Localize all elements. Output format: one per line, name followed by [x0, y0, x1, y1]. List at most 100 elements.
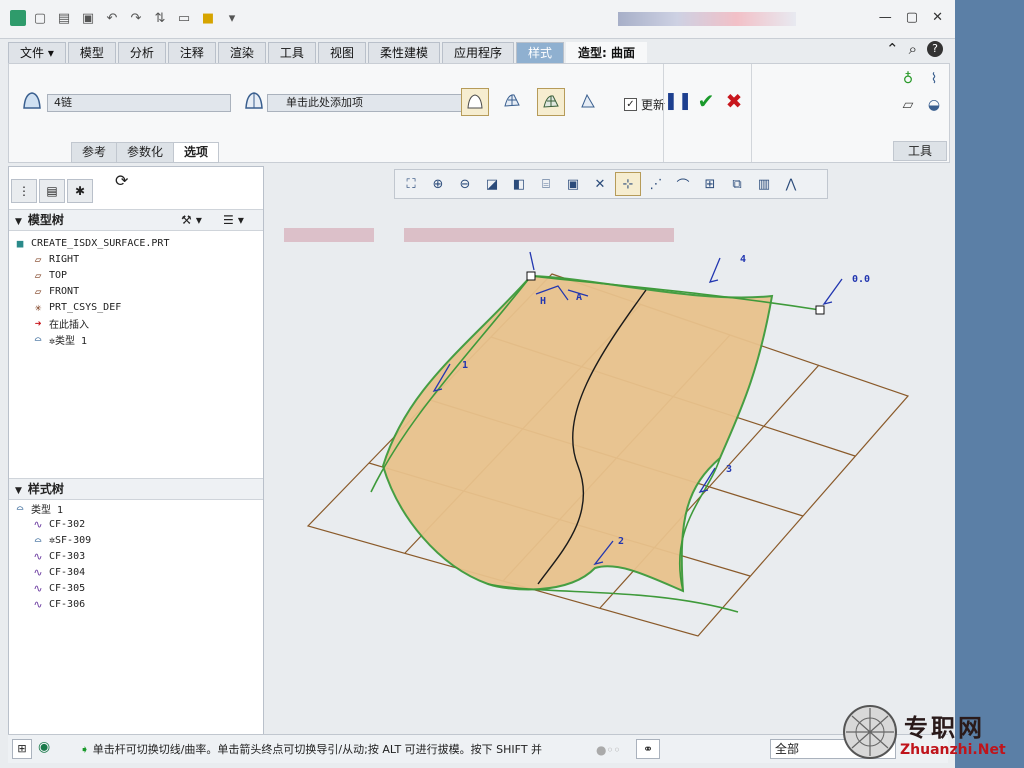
status-text: 单击杆可切换切线/曲率。单击箭头终点可切换导引/从动;按 ALT 可进行拔模。按… — [92, 743, 543, 756]
close-window-icon[interactable]: ■ — [198, 8, 218, 28]
style-item-root[interactable]: ⌓ 类型 1 — [13, 500, 91, 516]
ok-check-icon[interactable]: ✔ — [693, 88, 719, 114]
blurred-title — [618, 12, 796, 26]
tab-flexible-modeling[interactable]: 柔性建模 — [367, 42, 440, 63]
model-tree-header[interactable]: ▼ 模型树 ⚒ ▾ ☰ ▾ — [9, 209, 263, 231]
tools-group-label[interactable]: 工具 — [893, 141, 947, 161]
tree-item-csys[interactable]: ✳ PRT_CSYS_DEF — [13, 299, 169, 315]
tree-item-label: RIGHT — [49, 253, 80, 265]
watermark-main: 专职网 — [904, 713, 985, 742]
surface-display-icon[interactable] — [461, 88, 489, 116]
subtab-references[interactable]: 参考 — [71, 142, 118, 163]
internal-curve-icon[interactable] — [241, 88, 267, 114]
status-message: ➧ 单击杆可切换切线/曲率。单击箭头终点可切换导引/从动;按 ALT 可进行拔模… — [80, 741, 542, 757]
tag-label-0: 0.0 — [852, 274, 870, 285]
radial-surface-icon[interactable] — [537, 88, 565, 116]
new-icon[interactable]: ▢ — [30, 8, 50, 28]
style-item-label: CF-304 — [49, 566, 86, 578]
collapse-caret-icon[interactable]: ▼ — [15, 486, 22, 496]
regen-icon[interactable]: ⇅ — [150, 8, 170, 28]
bulb-tool-icon[interactable]: ♁ — [895, 66, 921, 92]
ribbon-separator — [663, 64, 664, 162]
datum-plane-icon: ▱ — [34, 284, 42, 298]
tree-item-style[interactable]: ⌓ ✲类型 1 — [13, 331, 169, 347]
tree-settings-icon[interactable]: ⚒ ▾ — [181, 210, 202, 230]
add-item-collector[interactable]: 单击此处添加项 — [267, 94, 463, 112]
style-tree-header[interactable]: ▼ 样式树 — [9, 478, 263, 500]
style-tree-title: 样式树 — [27, 482, 64, 496]
tree-item-right[interactable]: ▱ RIGHT — [13, 251, 169, 267]
part-icon: ■ — [16, 236, 24, 250]
model-tree-tab-icon[interactable]: ⋮ — [11, 179, 37, 203]
tab-annotate[interactable]: 注释 — [167, 42, 216, 63]
model-globe-icon[interactable]: ◉ — [38, 739, 56, 757]
surface-patch — [381, 274, 774, 593]
tree-item-top[interactable]: ▱ TOP — [13, 267, 169, 283]
style-item-curve[interactable]: ∿ CF-303 — [13, 548, 91, 564]
customize-icon[interactable]: ▾ — [222, 8, 242, 28]
style-item-curve[interactable]: ∿ CF-302 — [13, 516, 91, 532]
tree-item-part[interactable]: ■ CREATE_ISDX_SURFACE.PRT — [13, 235, 170, 251]
plane-tool-icon[interactable]: ▱ — [895, 92, 921, 118]
tab-applications[interactable]: 应用程序 — [441, 42, 514, 63]
collapse-caret-icon[interactable]: ▼ — [15, 217, 22, 227]
mesh-surface-icon[interactable] — [499, 88, 525, 114]
curve-analysis-icon[interactable]: ⌇ — [921, 66, 947, 92]
tree-item-label: FRONT — [49, 285, 80, 297]
tag-label-4: 4 — [740, 254, 746, 265]
chain-collector[interactable]: 4链 — [47, 94, 231, 112]
watermark-sub: Zhuanzhi.Net — [900, 742, 1006, 758]
tab-style[interactable]: 样式 — [515, 42, 564, 63]
tab-view[interactable]: 视图 — [317, 42, 366, 63]
surface-boundary-icon[interactable] — [19, 88, 45, 114]
subtab-options[interactable]: 选项 — [173, 142, 220, 163]
minimize-icon[interactable]: — — [879, 10, 892, 25]
tab-analysis[interactable]: 分析 — [117, 42, 166, 63]
tree-item-insert-here[interactable]: ➜ 在此插入 — [13, 315, 169, 331]
search-icon[interactable]: ⌕ — [909, 40, 917, 58]
tab-style-surface[interactable]: 造型: 曲面 — [566, 42, 647, 63]
subtab-parameterization[interactable]: 参数化 — [116, 142, 175, 163]
update-checkbox[interactable]: ✓ 更新 — [624, 96, 665, 113]
close-icon[interactable]: ✕ — [932, 10, 943, 25]
update-checkbox-box[interactable]: ✓ — [624, 98, 637, 111]
graphics-area[interactable]: ⛶ ⊕ ⊖ ◪ ◧ ⌸ ▣ ✕ ⊹ ⋰ ⌒ ⊞ ⧉ ▥ ⋀ 1 2 3 4 0.… — [268, 166, 948, 734]
tree-item-label: TOP — [49, 269, 68, 281]
app-icon[interactable] — [10, 10, 26, 26]
collapse-ribbon-icon[interactable]: ⌃ — [886, 40, 899, 58]
rotate-center-icon[interactable]: ⟳ — [115, 171, 128, 190]
curve-icon: ∿ — [33, 549, 43, 563]
tab-file[interactable]: 文件 ▾ — [8, 42, 66, 63]
save-icon[interactable]: ▣ — [78, 8, 98, 28]
maximize-icon[interactable]: ▢ — [906, 10, 918, 25]
tab-tools[interactable]: 工具 — [267, 42, 316, 63]
windows-icon[interactable]: ▭ — [174, 8, 194, 28]
connect-surface-icon[interactable] — [575, 88, 601, 114]
quick-access-toolbar: ▢ ▤ ▣ ↶ ↷ ⇅ ▭ ■ ▾ — [10, 8, 242, 28]
watermark-ball-icon — [843, 705, 897, 759]
open-icon[interactable]: ▤ — [54, 8, 74, 28]
watermark: 专职网 Zhuanzhi.Net — [842, 700, 1020, 766]
style-item-surface[interactable]: ⌓ ✲SF-309 — [13, 532, 91, 548]
help-icon[interactable]: ? — [927, 41, 943, 57]
status-toggle-icon[interactable]: ⊞ — [12, 739, 32, 759]
curve-icon: ∿ — [33, 597, 43, 611]
style-item-curve[interactable]: ∿ CF-304 — [13, 564, 91, 580]
find-binoculars-icon[interactable]: ⚭ — [636, 739, 660, 759]
cancel-x-icon[interactable]: ✖ — [721, 88, 747, 114]
insert-arrow-icon: ➜ — [34, 316, 42, 330]
tab-render[interactable]: 渲染 — [217, 42, 266, 63]
redo-icon[interactable]: ↷ — [126, 8, 146, 28]
tree-item-front[interactable]: ▱ FRONT — [13, 283, 169, 299]
ribbon-tabs: 文件 ▾ 模型 分析 注释 渲染 工具 视图 柔性建模 应用程序 样式 造型: … — [8, 42, 649, 64]
surface-analysis-icon[interactable]: ◒ — [921, 92, 947, 118]
status-bar: ⊞ ◉ ➧ 单击杆可切换切线/曲率。单击箭头终点可切换导引/从动;按 ALT 可… — [8, 734, 948, 763]
undo-icon[interactable]: ↶ — [102, 8, 122, 28]
style-item-curve[interactable]: ∿ CF-306 — [13, 596, 91, 612]
tree-columns-icon[interactable]: ☰ ▾ — [223, 210, 244, 230]
tab-model[interactable]: 模型 — [67, 42, 116, 63]
folder-browser-tab-icon[interactable]: ▤ — [39, 179, 65, 203]
favorites-tab-icon[interactable]: ✱ — [67, 179, 93, 203]
style-item-curve[interactable]: ∿ CF-305 — [13, 580, 91, 596]
pause-icon[interactable]: ❚❚ — [664, 88, 693, 114]
